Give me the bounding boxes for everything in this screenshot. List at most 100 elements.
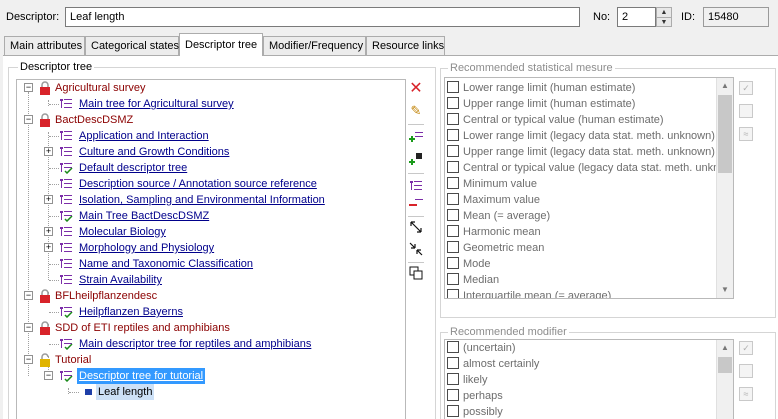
checkbox[interactable] xyxy=(447,145,459,157)
add-child-icon[interactable] xyxy=(407,129,425,147)
tree-node-project[interactable]: − BactDescDSMZ xyxy=(17,112,397,128)
list-item[interactable]: Lower range limit (human estimate) xyxy=(447,80,635,96)
list-item[interactable]: Median xyxy=(447,272,499,288)
collapse-icon[interactable]: − xyxy=(24,83,33,92)
tree-node-tree[interactable]: Strain Availability xyxy=(17,272,397,288)
tree-node-tree[interactable]: + Morphology and Physiology xyxy=(17,240,397,256)
tree-node-project[interactable]: − Tutorial xyxy=(17,352,397,368)
list-item[interactable]: Mean (= average) xyxy=(447,208,550,224)
list-item[interactable]: Interquartile mean (= average) xyxy=(447,288,611,298)
checkbox[interactable] xyxy=(447,373,459,385)
expand-all-icon[interactable] xyxy=(407,219,425,237)
tree-settings-icon[interactable] xyxy=(407,179,425,197)
list-item[interactable]: almost certainly xyxy=(447,356,539,372)
list-item[interactable]: Upper range limit (legacy data stat. met… xyxy=(447,144,715,160)
list-item[interactable]: Harmonic mean xyxy=(447,224,541,240)
collapse-icon[interactable]: − xyxy=(44,371,53,380)
list-item[interactable]: Minimum value xyxy=(447,176,537,192)
checkbox[interactable] xyxy=(447,273,459,285)
descriptor-name-input[interactable]: Leaf length xyxy=(65,7,580,27)
expand-icon[interactable]: + xyxy=(44,147,53,156)
list-item[interactable]: Lower range limit (legacy data stat. met… xyxy=(447,128,715,144)
list-item[interactable]: perhaps xyxy=(447,388,503,404)
list-item[interactable]: (uncertain) xyxy=(447,340,516,356)
tree-node-tree[interactable]: Description source / Annotation source r… xyxy=(17,176,397,192)
tree-node-tree[interactable]: Main descriptor tree for reptiles and am… xyxy=(17,336,397,352)
tree-node-descriptor[interactable]: Leaf length xyxy=(17,384,397,400)
tree-node-tree[interactable]: Name and Taxonomic Classification xyxy=(17,256,397,272)
list-item[interactable]: Central or typical value (legacy data st… xyxy=(447,160,733,176)
checkbox[interactable] xyxy=(447,241,459,253)
number-input[interactable]: 2 xyxy=(617,7,656,27)
tree-node-tree[interactable]: + Culture and Growth Conditions xyxy=(17,144,397,160)
collapse-icon[interactable]: − xyxy=(24,323,33,332)
delete-icon[interactable]: ✕ xyxy=(407,80,425,98)
checkbox[interactable] xyxy=(447,257,459,269)
checkbox[interactable] xyxy=(447,97,459,109)
checkbox[interactable] xyxy=(447,193,459,205)
list-item[interactable]: Central or typical value (human estimate… xyxy=(447,112,664,128)
add-descriptor-icon[interactable] xyxy=(407,151,425,169)
checkbox[interactable] xyxy=(447,161,459,173)
checkbox[interactable] xyxy=(447,389,459,401)
apply-defaults-icon[interactable]: ≈ xyxy=(739,127,753,141)
number-spinner[interactable]: ▲ ▼ xyxy=(656,7,672,27)
spin-up-icon[interactable]: ▲ xyxy=(657,8,671,17)
collapse-icon[interactable]: − xyxy=(24,355,33,364)
list-item[interactable]: possibly xyxy=(447,404,503,419)
spin-down-icon[interactable]: ▼ xyxy=(657,17,671,26)
tree-node-tree[interactable]: Main tree for Agricultural survey xyxy=(17,96,397,112)
scroll-up-icon[interactable]: ▲ xyxy=(717,78,733,94)
scroll-thumb[interactable] xyxy=(718,95,732,173)
list-item[interactable]: Mode xyxy=(447,256,491,272)
list-item[interactable]: likely xyxy=(447,372,487,388)
collapse-all-icon[interactable] xyxy=(407,241,425,259)
list-item[interactable]: Geometric mean xyxy=(447,240,544,256)
checkbox[interactable] xyxy=(447,289,459,298)
tree-node-tree[interactable]: Application and Interaction xyxy=(17,128,397,144)
tree-node-project[interactable]: − SDD of ETI reptiles and amphibians xyxy=(17,320,397,336)
expand-icon[interactable]: + xyxy=(44,243,53,252)
tab-resource-links[interactable]: Resource links xyxy=(366,36,445,55)
stat-list-scrollbar[interactable]: ▲ ▼ xyxy=(716,78,733,298)
list-item[interactable]: Upper range limit (human estimate) xyxy=(447,96,635,112)
uncheck-all-icon[interactable] xyxy=(739,104,753,118)
remove-icon[interactable] xyxy=(407,196,425,214)
scroll-thumb[interactable] xyxy=(718,357,732,373)
checkbox[interactable] xyxy=(447,113,459,125)
checkbox[interactable] xyxy=(447,357,459,369)
checkbox[interactable] xyxy=(447,209,459,221)
tree-node-tree[interactable]: Default descriptor tree xyxy=(17,160,397,176)
collapse-icon[interactable]: − xyxy=(24,291,33,300)
checkbox[interactable] xyxy=(447,177,459,189)
check-all-icon[interactable]: ✓ xyxy=(739,81,753,95)
tree-node-project[interactable]: − BFLheilpflanzendesc xyxy=(17,288,397,304)
tab-categorical-states[interactable]: Categorical states xyxy=(85,36,179,55)
list-item[interactable]: Maximum value xyxy=(447,192,540,208)
checkbox[interactable] xyxy=(447,225,459,237)
tab-modifier-frequency[interactable]: Modifier/Frequency xyxy=(263,36,366,55)
copy-tree-icon[interactable] xyxy=(407,265,425,283)
tab-descriptor-tree[interactable]: Descriptor tree xyxy=(179,33,263,56)
descriptor-tree[interactable]: − Agricultural survey Main tree for Agri… xyxy=(16,79,406,419)
stat-measure-list[interactable]: Lower range limit (human estimate) Upper… xyxy=(444,77,734,299)
tree-node-tree[interactable]: Main Tree BactDescDSMZ xyxy=(17,208,397,224)
tree-node-tree[interactable]: Heilpflanzen Bayerns xyxy=(17,304,397,320)
apply-defaults-icon[interactable]: ≈ xyxy=(739,387,753,401)
tree-node-tree-selected[interactable]: − Descriptor tree for tutorial xyxy=(17,368,397,384)
tree-node-project[interactable]: − Agricultural survey xyxy=(17,80,397,96)
expand-icon[interactable]: + xyxy=(44,227,53,236)
checkbox[interactable] xyxy=(447,405,459,417)
checkbox[interactable] xyxy=(447,341,459,353)
scroll-down-icon[interactable]: ▼ xyxy=(717,282,733,298)
checkbox[interactable] xyxy=(447,129,459,141)
tree-node-tree[interactable]: + Isolation, Sampling and Environmental … xyxy=(17,192,397,208)
edit-icon[interactable]: ✎ xyxy=(407,102,425,120)
tab-main-attributes[interactable]: Main attributes xyxy=(4,36,85,55)
modifier-list[interactable]: (uncertain) almost certainly likely perh… xyxy=(444,339,734,419)
expand-icon[interactable]: + xyxy=(44,195,53,204)
uncheck-all-icon[interactable] xyxy=(739,364,753,378)
checkbox[interactable] xyxy=(447,81,459,93)
check-all-icon[interactable]: ✓ xyxy=(739,341,753,355)
collapse-icon[interactable]: − xyxy=(24,115,33,124)
